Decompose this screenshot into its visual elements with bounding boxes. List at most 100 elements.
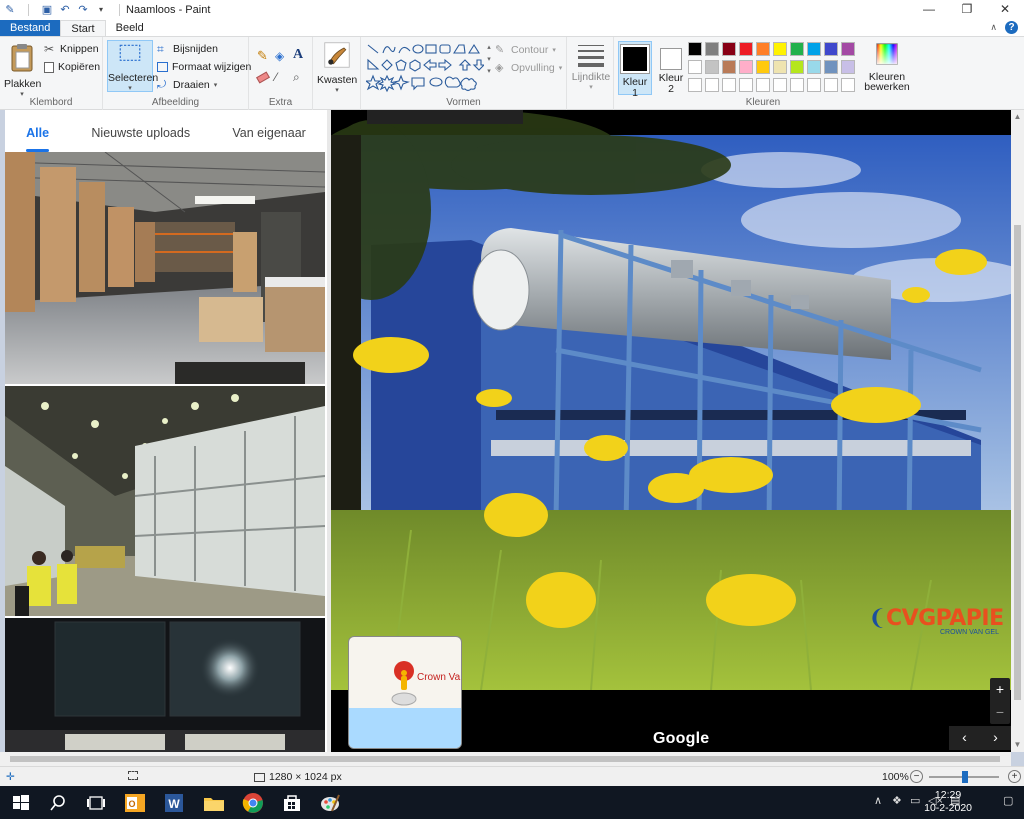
photo-machine-hall[interactable] xyxy=(5,386,325,616)
maximize-button[interactable]: ❐ xyxy=(948,0,986,20)
chrome-icon[interactable] xyxy=(241,791,265,815)
system-clock[interactable]: 12:29 10-2-2020 xyxy=(924,789,972,815)
tab-home[interactable]: Start xyxy=(60,20,106,36)
collapse-ribbon-icon[interactable]: ∧ xyxy=(990,22,997,33)
copy-button[interactable]: Kopiëren xyxy=(44,61,100,73)
file-explorer-icon[interactable] xyxy=(202,791,226,815)
color-swatch[interactable] xyxy=(739,42,753,56)
edit-colors-button[interactable]: Kleuren bewerken xyxy=(864,41,910,93)
search-icon[interactable] xyxy=(46,791,70,815)
mini-map[interactable]: Crown Va xyxy=(348,636,462,749)
zoom-out-button[interactable]: − xyxy=(990,701,1010,724)
previous-photo-button[interactable]: ‹ xyxy=(949,726,980,750)
color1-button[interactable]: Kleur 1 xyxy=(618,41,652,99)
minimize-button[interactable]: — xyxy=(910,0,948,20)
cut-button[interactable]: ✂ Knippen xyxy=(44,43,99,55)
size-button[interactable]: Lijndikte ▾ xyxy=(570,41,612,91)
canvas-image[interactable]: Alle Nieuwste uploads Van eigenaar ❨CVGP… xyxy=(5,110,1011,752)
vertical-scrollbar[interactable]: ▲ ▼ xyxy=(1011,110,1024,752)
task-view-icon[interactable] xyxy=(84,791,108,815)
photo-warehouse[interactable] xyxy=(5,152,325,384)
color-swatch[interactable] xyxy=(756,42,770,56)
brushes-button[interactable]: Kwasten ▾ xyxy=(317,41,357,94)
color-swatch[interactable] xyxy=(841,60,855,74)
zoom-in-icon[interactable]: + xyxy=(1008,770,1021,783)
shapes-scroll[interactable]: ▴ ▾ ▾ xyxy=(485,42,493,92)
color-swatch[interactable] xyxy=(773,78,787,92)
tab-by-owner[interactable]: Van eigenaar xyxy=(232,118,305,150)
color-swatch[interactable] xyxy=(841,78,855,92)
color-picker-icon[interactable]: ⁄ xyxy=(275,70,289,84)
color-swatch[interactable] xyxy=(790,78,804,92)
scroll-up-icon[interactable]: ▲ xyxy=(1011,112,1024,121)
zoom-slider-knob[interactable] xyxy=(962,771,968,783)
tab-view[interactable]: Beeld xyxy=(106,20,154,36)
resize-button[interactable]: Formaat wijzigen xyxy=(157,61,251,73)
outline-button[interactable]: ✎ Contour ▾ xyxy=(495,44,556,56)
fill-button[interactable]: ◈ Opvulling ▾ xyxy=(495,62,562,74)
zoom-in-button[interactable]: + xyxy=(990,678,1010,701)
color-swatch[interactable] xyxy=(807,60,821,74)
rotate-button[interactable]: ⤾ Draaien ▾ xyxy=(157,79,217,91)
close-button[interactable]: ✕ xyxy=(986,0,1024,20)
horizontal-scrollbar[interactable] xyxy=(0,752,1011,766)
color-swatch[interactable] xyxy=(824,42,838,56)
word-icon[interactable]: W xyxy=(162,791,186,815)
photo-dark-window[interactable] xyxy=(5,618,325,752)
outlook-icon[interactable]: O xyxy=(123,791,147,815)
zoom-slider[interactable] xyxy=(929,771,999,783)
color-swatch[interactable] xyxy=(807,42,821,56)
color-swatch[interactable] xyxy=(705,78,719,92)
color-swatch[interactable] xyxy=(722,78,736,92)
color-swatch[interactable] xyxy=(773,60,787,74)
street-view[interactable]: ❨CVGPAPIE CROWN VAN GEL Crown Va Google … xyxy=(331,110,1011,752)
undo-icon[interactable]: ↶ xyxy=(59,4,71,16)
next-photo-button[interactable]: › xyxy=(980,726,1011,750)
color-swatch[interactable] xyxy=(705,42,719,56)
show-hidden-icons[interactable]: ∧ xyxy=(874,794,882,807)
color-swatch[interactable] xyxy=(739,78,753,92)
notifications-icon[interactable]: ▢ xyxy=(1003,794,1013,807)
color-swatch[interactable] xyxy=(773,42,787,56)
color-swatch[interactable] xyxy=(841,42,855,56)
pencil-icon[interactable]: ✎ xyxy=(257,49,271,63)
color-swatch[interactable] xyxy=(807,78,821,92)
eraser-icon[interactable] xyxy=(256,71,271,85)
network-icon[interactable]: ▭ xyxy=(910,794,920,807)
color-swatch[interactable] xyxy=(739,60,753,74)
color-swatch[interactable] xyxy=(722,42,736,56)
windows-start-icon[interactable] xyxy=(9,791,33,815)
color-swatch[interactable] xyxy=(824,78,838,92)
color-swatch[interactable] xyxy=(756,78,770,92)
color-swatch[interactable] xyxy=(688,78,702,92)
scroll-down-icon[interactable]: ▼ xyxy=(1011,740,1024,749)
paste-button[interactable]: Plakken ▾ xyxy=(4,41,41,98)
tab-all[interactable]: Alle xyxy=(26,118,49,152)
color-swatch[interactable] xyxy=(756,60,770,74)
dropbox-icon[interactable]: ❖ xyxy=(892,794,902,807)
horizontal-scroll-thumb[interactable] xyxy=(10,756,1000,762)
help-icon[interactable]: ? xyxy=(1005,21,1018,34)
shapes-gallery[interactable] xyxy=(366,43,484,93)
paint-icon[interactable] xyxy=(318,791,342,815)
color-swatch[interactable] xyxy=(705,60,719,74)
color-swatch[interactable] xyxy=(790,42,804,56)
color-swatch[interactable] xyxy=(824,60,838,74)
select-button[interactable]: Selecteren ▾ xyxy=(107,40,158,92)
color-swatch[interactable] xyxy=(688,60,702,74)
color-swatch[interactable] xyxy=(790,60,804,74)
tab-latest-uploads[interactable]: Nieuwste uploads xyxy=(91,118,190,150)
color2-button[interactable]: Kleur 2 xyxy=(654,41,688,95)
color-swatch[interactable] xyxy=(722,60,736,74)
store-icon[interactable] xyxy=(280,791,304,815)
zoom-out-icon[interactable]: − xyxy=(910,770,923,783)
customize-dropdown-icon[interactable]: ▾ xyxy=(95,4,107,16)
redo-icon[interactable]: ↷ xyxy=(77,4,89,16)
magnifier-icon[interactable]: ⌕ xyxy=(293,70,307,84)
crop-button[interactable]: ⌗ Bijsnijden xyxy=(157,43,218,55)
save-icon[interactable]: ▣ xyxy=(41,4,53,16)
text-icon[interactable]: A xyxy=(293,48,307,62)
fill-bucket-icon[interactable]: ◈ xyxy=(275,49,289,63)
color-swatch[interactable] xyxy=(688,42,702,56)
tab-file[interactable]: Bestand xyxy=(0,20,61,36)
